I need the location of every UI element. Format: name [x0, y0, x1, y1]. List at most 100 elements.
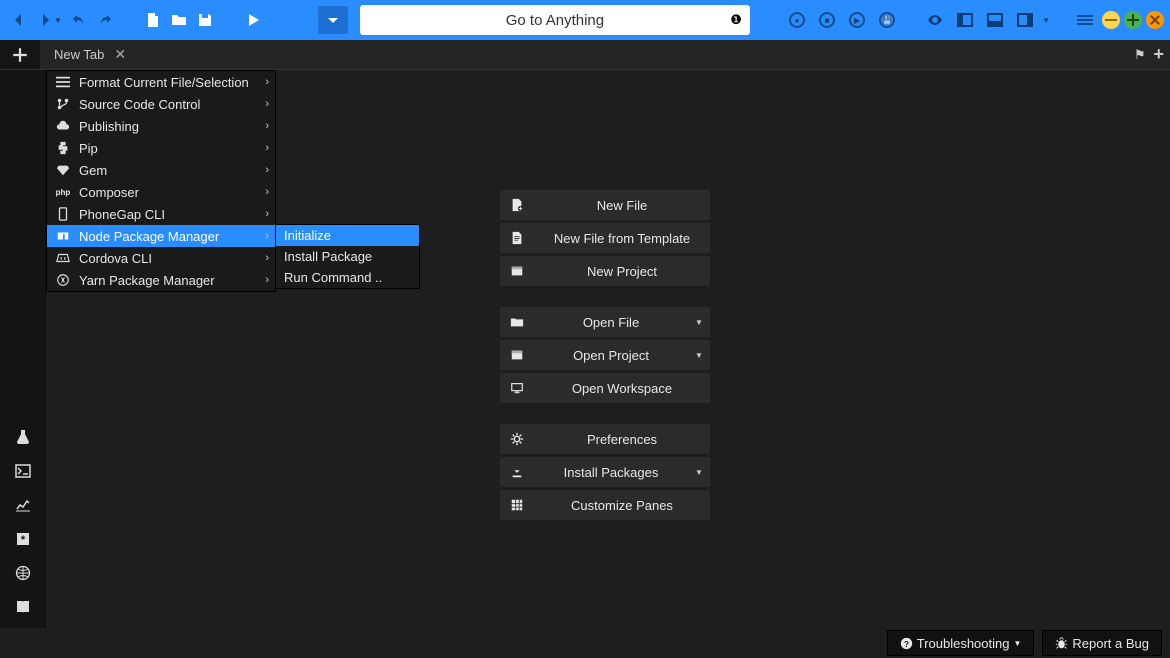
report-bug-button[interactable]: Report a Bug	[1042, 630, 1162, 656]
record-macro-button[interactable]: ●	[784, 6, 810, 34]
ctx-item-label: Cordova CLI	[79, 251, 152, 266]
pane-dropdown-caret[interactable]: ▼	[1042, 16, 1050, 25]
rail-lab-icon[interactable]	[0, 422, 45, 452]
sub-item-label: Install Package	[284, 249, 372, 264]
ctx-pip[interactable]: Pip ›	[47, 137, 275, 159]
main-toolbar: ▼ Go to Anything ❶ ● ■ ▶ 💾 ▼	[0, 0, 1170, 40]
bug-icon	[1055, 637, 1068, 650]
chevron-right-icon: ›	[265, 164, 269, 176]
ctx-item-label: Yarn Package Manager	[79, 273, 215, 288]
add-tab-right-icon[interactable]: +	[1153, 44, 1164, 65]
sp-label: Customize Panes	[534, 498, 710, 513]
sub-initialize[interactable]: Initialize	[276, 225, 419, 246]
chevron-right-icon: ›	[265, 120, 269, 132]
context-menu: Format Current File/Selection › Source C…	[46, 70, 276, 292]
pin-tab-icon[interactable]: ⚑	[1134, 47, 1146, 63]
sub-item-label: Initialize	[284, 228, 331, 243]
start-install-packages[interactable]: Install Packages ▼	[500, 457, 710, 487]
svg-text:*: *	[20, 534, 25, 546]
file-plus-icon	[500, 198, 534, 212]
dropdown-caret-icon[interactable]: ▼	[688, 468, 710, 477]
menu-button[interactable]	[1072, 6, 1098, 34]
close-tab-icon[interactable]: ✕	[114, 46, 126, 63]
start-new-project[interactable]: New Project	[500, 256, 710, 286]
editor-area: Format Current File/Selection › Source C…	[46, 70, 1170, 628]
ctx-item-label: Composer	[79, 185, 139, 200]
sp-label: Open File	[534, 315, 688, 330]
dropdown-caret-icon[interactable]: ▼	[688, 351, 710, 360]
gear-icon	[500, 432, 534, 446]
close-window-icon[interactable]	[1146, 11, 1164, 29]
chevron-right-icon: ›	[265, 230, 269, 242]
search-placeholder: Go to Anything	[506, 12, 604, 29]
ctx-npm[interactable]: Node Package Manager ›	[47, 225, 275, 247]
start-new-file-template[interactable]: New File from Template	[500, 223, 710, 253]
ctx-item-label: Pip	[79, 141, 98, 156]
maximize-icon[interactable]	[1124, 11, 1142, 29]
tab-new[interactable]: New Tab ✕	[40, 40, 140, 69]
cordova-icon	[55, 251, 71, 265]
dropdown-caret-icon[interactable]: ▼	[688, 318, 710, 327]
dropdown-caret-icon: ▼	[1013, 639, 1021, 648]
redo-button[interactable]	[92, 6, 118, 34]
open-file-toolbar-button[interactable]	[166, 6, 192, 34]
ctx-cordova[interactable]: Cordova CLI ›	[47, 247, 275, 269]
save-macro-button[interactable]: 💾	[874, 6, 900, 34]
yarn-icon	[55, 273, 71, 287]
left-rail: *	[0, 70, 46, 628]
stop-macro-button[interactable]: ■	[814, 6, 840, 34]
ctx-source-control[interactable]: Source Code Control ›	[47, 93, 275, 115]
window-icon	[500, 348, 534, 362]
ctx-item-label: Gem	[79, 163, 107, 178]
start-open-file[interactable]: Open File ▼	[500, 307, 710, 337]
pane-left-button[interactable]	[952, 6, 978, 34]
gem-icon	[55, 163, 71, 177]
undo-button[interactable]	[66, 6, 92, 34]
pane-bottom-button[interactable]	[982, 6, 1008, 34]
start-new-file[interactable]: New File	[500, 190, 710, 220]
nav-dropdown-caret[interactable]: ▼	[54, 16, 62, 25]
chevron-right-icon: ›	[265, 98, 269, 110]
rail-terminal-icon[interactable]	[0, 456, 45, 486]
play-macro-button[interactable]: ▶	[844, 6, 870, 34]
ctx-item-label: Publishing	[79, 119, 139, 134]
pane-right-button[interactable]	[1012, 6, 1038, 34]
phonegap-icon	[55, 207, 71, 221]
status-label: Troubleshooting	[917, 636, 1010, 651]
format-list-icon	[55, 75, 71, 89]
run-button[interactable]	[240, 6, 266, 34]
toggle-preview-button[interactable]	[922, 6, 948, 34]
tab-bar: New Tab ✕ ⚑ +	[0, 40, 1170, 70]
rail-book-icon[interactable]	[0, 592, 45, 622]
sub-item-label: Run Command ..	[284, 270, 382, 285]
troubleshooting-button[interactable]: ? Troubleshooting ▼	[887, 630, 1035, 656]
go-to-anything-search[interactable]: Go to Anything ❶	[360, 5, 750, 35]
chevron-right-icon: ›	[265, 142, 269, 154]
start-open-workspace[interactable]: Open Workspace	[500, 373, 710, 403]
new-file-toolbar-button[interactable]	[140, 6, 166, 34]
ctx-publishing[interactable]: Publishing ›	[47, 115, 275, 137]
dropdown-button[interactable]	[318, 6, 348, 34]
rail-chart-icon[interactable]	[0, 490, 45, 520]
window-icon	[500, 264, 534, 278]
status-label: Report a Bug	[1072, 636, 1149, 651]
nav-back-button[interactable]	[6, 6, 32, 34]
save-toolbar-button[interactable]	[192, 6, 218, 34]
ctx-composer[interactable]: php Composer ›	[47, 181, 275, 203]
new-tab-button[interactable]	[0, 40, 40, 69]
start-open-project[interactable]: Open Project ▼	[500, 340, 710, 370]
ctx-yarn[interactable]: Yarn Package Manager ›	[47, 269, 275, 291]
ctx-item-label: Source Code Control	[79, 97, 200, 112]
start-preferences[interactable]: Preferences	[500, 424, 710, 454]
sp-label: New File from Template	[534, 231, 710, 246]
ctx-gem[interactable]: Gem ›	[47, 159, 275, 181]
ctx-format-file[interactable]: Format Current File/Selection ›	[47, 71, 275, 93]
sub-run-command[interactable]: Run Command ..	[276, 267, 419, 288]
sub-install-package[interactable]: Install Package	[276, 246, 419, 267]
cloud-icon	[55, 119, 71, 133]
minimize-icon[interactable]	[1102, 11, 1120, 29]
rail-regex-icon[interactable]: *	[0, 524, 45, 554]
rail-globe-icon[interactable]	[0, 558, 45, 588]
start-customize-panes[interactable]: Customize Panes	[500, 490, 710, 520]
ctx-phonegap[interactable]: PhoneGap CLI ›	[47, 203, 275, 225]
